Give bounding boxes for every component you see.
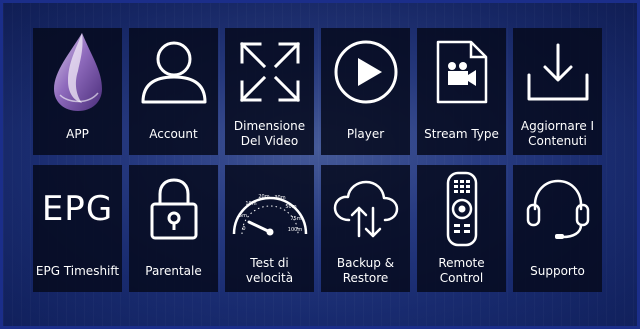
tile-label: Aggiornare I Contenuti xyxy=(520,119,595,148)
speedometer-icon: 0 5m 10m 20m 30m 50m 75m 100m xyxy=(225,165,314,253)
download-tray-icon xyxy=(513,28,602,116)
tile-stream-type[interactable]: Stream Type xyxy=(417,28,506,155)
tile-label: Remote Control xyxy=(438,256,485,285)
tile-player[interactable]: Player xyxy=(321,28,410,155)
svg-text:5m: 5m xyxy=(238,213,246,219)
tile-label: Supporto xyxy=(530,263,585,278)
tile-label: Test di velocità xyxy=(245,256,294,285)
tile-update[interactable]: Aggiornare I Contenuti xyxy=(513,28,602,155)
tile-label: Backup & Restore xyxy=(336,256,395,285)
tile-backup[interactable]: Backup & Restore xyxy=(321,165,410,292)
play-circle-icon xyxy=(321,28,410,116)
epg-logo-text: EPG xyxy=(41,189,114,229)
tile-app[interactable]: APP xyxy=(33,28,122,155)
tile-label: Dimensione Del Video xyxy=(233,119,306,148)
tile-label: EPG Timeshift xyxy=(35,263,120,278)
remote-control-icon xyxy=(417,165,506,253)
svg-text:20m: 20m xyxy=(258,194,269,200)
menu-grid: APP Account Dimensione Del Video Player … xyxy=(33,28,602,292)
svg-text:75m: 75m xyxy=(290,216,301,222)
tile-label: Parentale xyxy=(145,263,202,278)
tile-label: Player xyxy=(346,126,385,141)
tile-label: APP xyxy=(66,126,89,141)
epg-text-icon: EPG xyxy=(33,165,122,253)
svg-text:30m: 30m xyxy=(274,195,285,201)
svg-text:10m: 10m xyxy=(245,201,256,207)
tile-remote[interactable]: Remote Control xyxy=(417,165,506,292)
expand-arrows-icon xyxy=(225,28,314,116)
tile-support[interactable]: Supporto xyxy=(513,165,602,292)
svg-text:100m: 100m xyxy=(287,227,302,233)
elixir-drop-icon xyxy=(33,28,122,116)
tile-label: Account xyxy=(149,126,198,141)
padlock-icon xyxy=(129,165,218,253)
cloud-sync-icon xyxy=(321,165,410,253)
tile-video-size[interactable]: Dimensione Del Video xyxy=(225,28,314,155)
svg-text:50m: 50m xyxy=(285,204,296,210)
tile-account[interactable]: Account xyxy=(129,28,218,155)
tile-label: Stream Type xyxy=(424,126,499,141)
headset-icon xyxy=(513,165,602,253)
user-icon xyxy=(129,28,218,116)
video-file-icon xyxy=(417,28,506,116)
tile-speed-test[interactable]: 0 5m 10m 20m 30m 50m 75m 100m Test di ve… xyxy=(225,165,314,292)
tile-parental[interactable]: Parentale xyxy=(129,165,218,292)
tile-epg[interactable]: EPG EPG Timeshift xyxy=(33,165,122,292)
svg-text:0: 0 xyxy=(242,226,245,232)
